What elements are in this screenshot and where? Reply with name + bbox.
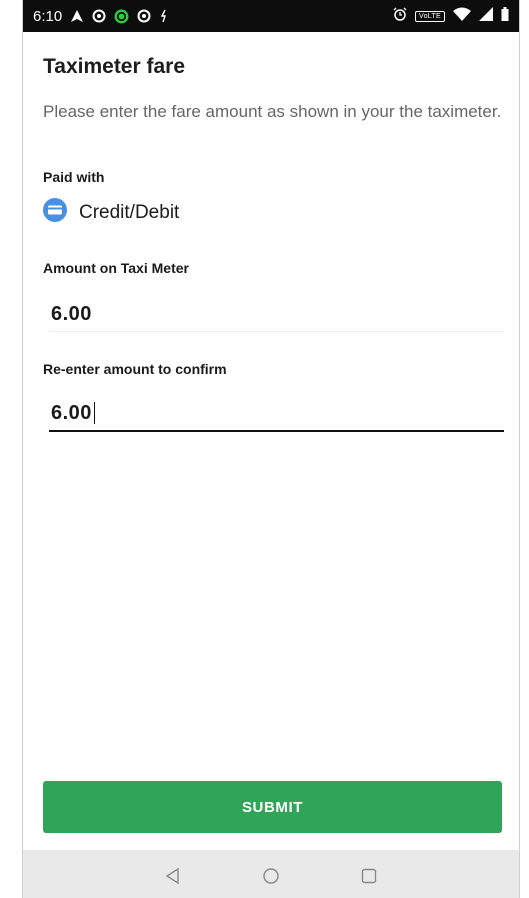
system-nav-bar	[23, 850, 519, 898]
status-bar: 6:10 VoLTE	[23, 0, 519, 32]
page-description: Please enter the fare amount as shown in…	[43, 102, 502, 121]
credit-card-icon	[43, 198, 67, 227]
signal-icon	[479, 6, 493, 26]
page-title: Taximeter fare	[43, 55, 186, 78]
key-icon	[159, 9, 169, 23]
confirm-amount-value: 6.00	[51, 401, 92, 424]
alarm-icon	[393, 7, 407, 26]
payment-method: Credit/Debit	[43, 198, 179, 227]
payment-method-label: Credit/Debit	[79, 201, 180, 223]
phone-screen: 6:10 VoLTE Taximeter fare Please enter t…	[22, 0, 520, 898]
volte-badge: VoLTE	[415, 10, 445, 22]
recents-icon[interactable]	[355, 862, 383, 890]
navigation-icon	[70, 9, 84, 23]
location-active-icon	[114, 9, 129, 24]
paid-with-label: Paid with	[43, 169, 105, 185]
battery-icon	[501, 6, 509, 26]
amount-value: 6.00	[51, 302, 92, 325]
location-icon	[137, 9, 151, 23]
amount-input[interactable]: 6.00	[49, 297, 504, 332]
text-cursor	[93, 402, 95, 424]
home-icon[interactable]	[257, 862, 285, 890]
location-icon	[92, 9, 106, 23]
confirm-amount-label: Re-enter amount to confirm	[43, 361, 227, 377]
status-right-icons: VoLTE	[393, 0, 509, 32]
submit-button[interactable]: SUBMIT	[43, 781, 502, 833]
confirm-amount-input[interactable]: 6.00	[49, 396, 504, 432]
amount-label: Amount on Taxi Meter	[43, 260, 189, 276]
wifi-icon	[453, 7, 471, 26]
back-icon[interactable]	[159, 862, 187, 890]
status-time: 6:10	[33, 7, 63, 25]
